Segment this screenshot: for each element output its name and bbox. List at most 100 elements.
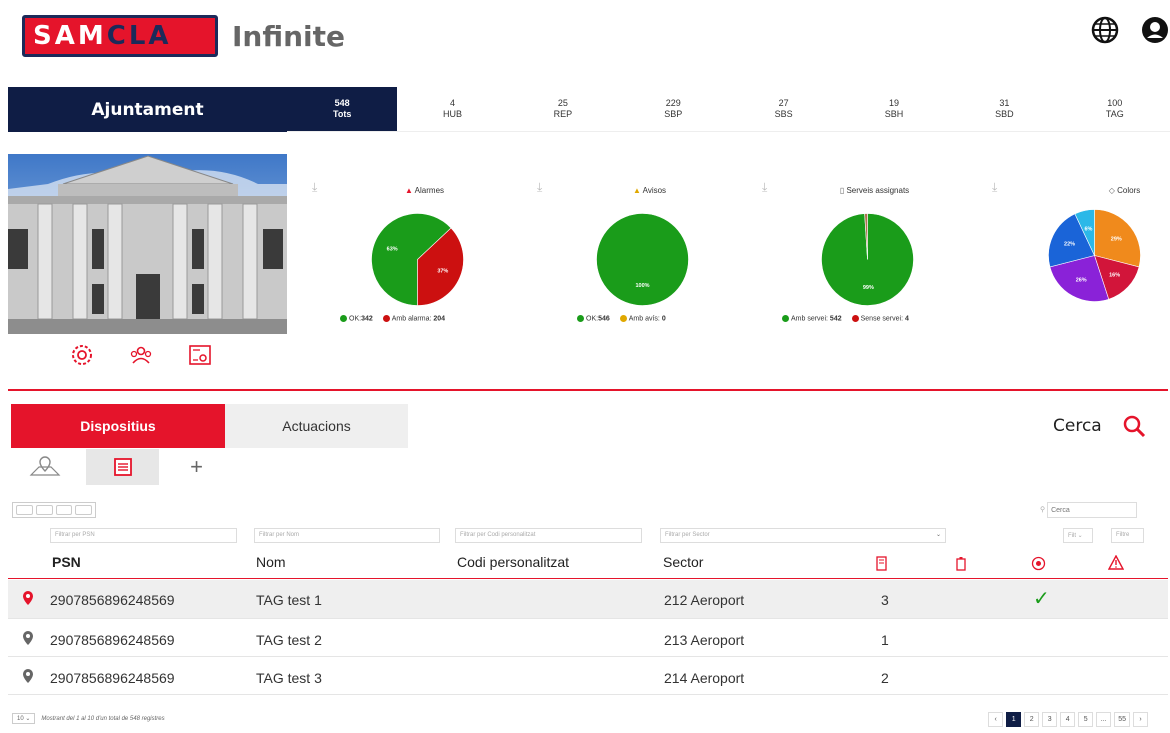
map-pin-icon[interactable] [22, 668, 34, 684]
legend-item[interactable]: OK:546 [577, 315, 610, 322]
tab-actuacions[interactable]: Actuacions [225, 404, 408, 448]
device-icon[interactable] [876, 556, 887, 571]
filter-psn[interactable]: Filtrar per PSN [50, 528, 237, 543]
page-button[interactable]: 4 [1060, 712, 1076, 727]
cell-nom: TAG test 3 [256, 670, 322, 686]
cell-nom: TAG test 2 [256, 632, 322, 648]
download-icon[interactable]: ⤓ [992, 180, 997, 195]
pie-label: 99% [863, 285, 874, 291]
row-separator [8, 618, 1168, 619]
clipboard-icon: ▯ [839, 186, 845, 195]
cell-psn: 2907856896248569 [50, 670, 175, 686]
next-page-button[interactable]: › [1133, 712, 1148, 727]
battery-icon[interactable] [956, 556, 966, 571]
pie-colors[interactable]: 29% 16% 26% 22% 6% [1047, 208, 1142, 303]
warning-icon: ▲ [632, 186, 641, 195]
col-psn[interactable]: PSN [52, 554, 81, 570]
filter-codi[interactable]: Filtrar per Codi personalitzat [455, 528, 642, 543]
users-icon[interactable] [129, 343, 153, 367]
tab-sbd[interactable]: 31 SBD [949, 87, 1060, 132]
filter-sector[interactable]: Filtrar per Sector ⌄ [660, 528, 946, 543]
page-button[interactable]: 3 [1042, 712, 1058, 727]
user-icon[interactable] [1138, 15, 1170, 45]
warning-icon[interactable] [1108, 555, 1124, 570]
page-button[interactable]: 5 [1078, 712, 1094, 727]
pie-serveis[interactable]: 99% [820, 212, 915, 307]
col-codi[interactable]: Codi personalitzat [457, 554, 569, 570]
col-sector[interactable]: Sector [663, 554, 703, 570]
page-button[interactable]: 2 [1024, 712, 1040, 727]
pie-label: 29% [1111, 237, 1122, 243]
legend-item[interactable]: OK:342 [340, 315, 373, 322]
legend-item[interactable]: Sense servei: 4 [851, 315, 909, 322]
filter-nom[interactable]: Filtrar per Nom [254, 528, 440, 543]
legend: OK:546 Amb avís: 0 [577, 315, 666, 322]
tab-dispositius[interactable]: Dispositius [11, 404, 225, 448]
legend-item[interactable]: Amb alarma: 204 [382, 315, 445, 322]
tab-sbs[interactable]: 27 SBS [728, 87, 839, 132]
chart-serveis: ⤓ ▯ Serveis assignats 99% Amb servei: 54… [762, 180, 987, 330]
search-label[interactable]: Cerca [1053, 416, 1102, 436]
copy-icon[interactable] [16, 505, 33, 515]
table-row[interactable]: 2907856896248569 TAG test 1 212 Aeroport… [8, 580, 1168, 618]
id-card-icon[interactable] [188, 343, 212, 367]
warning-icon: ▲ [404, 186, 413, 195]
row-separator [8, 694, 1168, 695]
tab-sbp[interactable]: 229 SBP [618, 87, 729, 132]
page-button[interactable]: 1 [1006, 712, 1022, 727]
samcla-logo[interactable]: SAM CLA [22, 15, 218, 57]
table-info: 10 ⌄ Mostrant del 1 al 10 d'un total de … [12, 713, 165, 724]
export-buttons [12, 502, 96, 518]
pie-alarmes[interactable]: 63% 37% [370, 212, 465, 307]
legend-item[interactable]: Amb servei: 542 [782, 315, 842, 322]
filter-input[interactable]: Filtre [1111, 528, 1144, 543]
chart-title: Alarmes [414, 186, 445, 195]
chart-avisos: ⤓ ▲ Avisos 100% OK:546 Amb avís: 0 [537, 180, 762, 330]
pie-label: 16% [1109, 272, 1120, 278]
cell-count: 2 [881, 670, 889, 686]
cell-sector: 212 Aeroport [664, 592, 745, 608]
settings-icon[interactable] [70, 343, 94, 367]
page-button[interactable]: 55 [1114, 712, 1130, 727]
map-pin-icon[interactable] [22, 630, 34, 646]
pie-slice[interactable] [596, 213, 689, 306]
table-search: ⚲ [1040, 502, 1138, 518]
list-icon [113, 458, 132, 476]
legend-item[interactable]: Amb avís: 0 [619, 315, 666, 322]
tab-hub[interactable]: 4 HUB [397, 87, 508, 132]
infinite-logo: Infinite [232, 20, 346, 53]
csv-icon[interactable] [35, 505, 53, 515]
tab-sbh[interactable]: 19 SBH [838, 87, 950, 132]
category-tabbar: Ajuntament 548 Tots 4 HUB 25 REP 229 SBP 27 S… [8, 87, 1170, 132]
list-view-tab[interactable] [86, 449, 159, 485]
col-nom[interactable]: Nom [256, 554, 286, 570]
pie-label: 26% [1076, 278, 1087, 284]
section-divider [8, 389, 1168, 391]
chart-title: Avisos [642, 186, 667, 195]
pie-avisos[interactable]: 100% [595, 212, 690, 307]
print-icon[interactable] [75, 505, 92, 515]
legend: OK:342 Amb alarma: 204 [340, 315, 445, 322]
map-pin-icon[interactable] [22, 590, 34, 606]
pagination: ‹ 1 2 3 4 5 ... 55 › [988, 712, 1148, 727]
table-search-input[interactable] [1047, 502, 1138, 518]
pie-label: 22% [1064, 242, 1075, 248]
map-view-tab[interactable] [8, 449, 81, 485]
tab-tots[interactable]: 548 Tots [287, 87, 398, 132]
filter-select[interactable]: Filt ⌄ [1063, 528, 1093, 543]
prev-page-button[interactable]: ‹ [988, 712, 1004, 727]
tab-rep[interactable]: 25 REP [507, 87, 619, 132]
chart-title: Serveis assignats [846, 186, 910, 195]
add-icon[interactable]: + [160, 449, 233, 485]
globe-icon[interactable] [1090, 15, 1120, 45]
cell-psn: 2907856896248569 [50, 632, 175, 648]
building-tools [70, 343, 212, 367]
table-row[interactable]: 2907856896248569 TAG test 2 213 Aeroport… [8, 620, 1168, 658]
table-row[interactable]: 2907856896248569 TAG test 3 214 Aeroport… [8, 658, 1168, 696]
page-size-select[interactable]: 10 ⌄ [12, 713, 36, 724]
search-icon[interactable] [1122, 414, 1146, 438]
cell-count: 3 [881, 592, 889, 608]
pdf-icon[interactable] [55, 505, 73, 515]
target-icon[interactable] [1031, 556, 1046, 571]
tab-tag[interactable]: 100 TAG [1059, 87, 1170, 132]
